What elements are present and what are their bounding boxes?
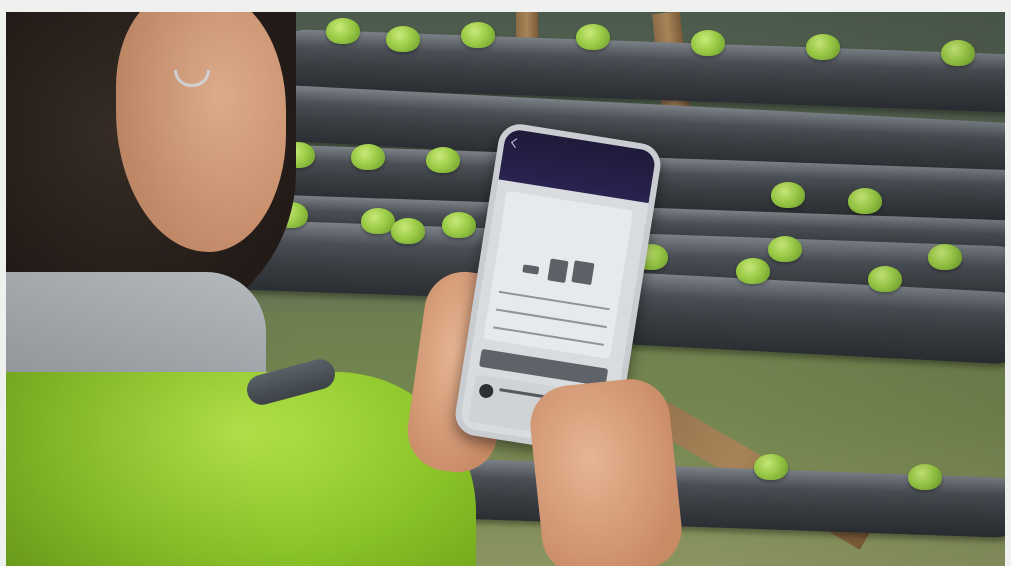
sensor-block xyxy=(571,260,595,286)
hand xyxy=(526,375,686,566)
lettuce-seedling xyxy=(391,218,425,244)
content-card xyxy=(483,190,634,359)
lettuce-seedling xyxy=(928,244,962,270)
lettuce-seedling xyxy=(754,454,788,480)
divider-line xyxy=(493,326,605,346)
lettuce-seedling xyxy=(576,24,610,50)
lettuce-seedling xyxy=(941,40,975,66)
green-jacket xyxy=(6,372,476,566)
lettuce-seedling xyxy=(868,266,902,292)
photo-scene xyxy=(6,12,1005,566)
lettuce-seedling xyxy=(908,464,942,490)
lettuce-seedling xyxy=(386,26,420,52)
lettuce-seedling xyxy=(736,258,770,284)
card-title xyxy=(506,199,632,219)
lettuce-seedling xyxy=(691,30,725,56)
sensor-block xyxy=(522,264,540,275)
lettuce-seedling xyxy=(442,212,476,238)
lettuce-seedling xyxy=(361,208,395,234)
back-arrow-icon xyxy=(510,138,521,148)
lettuce-seedling xyxy=(426,147,460,173)
lettuce-seedling xyxy=(806,34,840,60)
lettuce-seedling xyxy=(771,182,805,208)
lettuce-seedling xyxy=(768,236,802,262)
lettuce-seedling xyxy=(326,18,360,44)
lettuce-seedling xyxy=(848,188,882,214)
lettuce-seedling xyxy=(461,22,495,48)
divider-line xyxy=(498,290,610,311)
divider-line xyxy=(495,308,607,329)
sensor-block xyxy=(547,258,569,284)
status-icon xyxy=(478,383,495,400)
app-title xyxy=(504,142,654,166)
lettuce-seedling xyxy=(351,144,385,170)
